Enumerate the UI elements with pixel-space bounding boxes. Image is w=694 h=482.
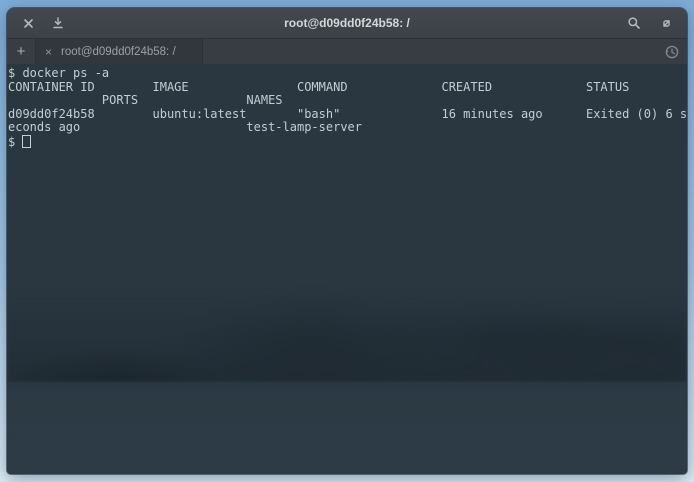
- tab-bar: + × root@d09dd0f24b58: /: [7, 39, 687, 64]
- close-window-button[interactable]: [19, 14, 37, 32]
- download-icon: [52, 17, 64, 29]
- search-button[interactable]: [625, 14, 643, 32]
- terminal-prompt-line: $: [8, 135, 687, 149]
- terminal-screen[interactable]: $ docker ps -a CONTAINER ID IMAGE COMMAN…: [7, 64, 687, 474]
- download-button[interactable]: [49, 14, 67, 32]
- tab-bar-spacer: [203, 39, 657, 64]
- search-icon: [627, 16, 641, 30]
- terminal-line: CONTAINER ID IMAGE COMMAND CREATED STATU…: [8, 81, 687, 95]
- fullscreen-button[interactable]: [657, 14, 675, 32]
- tab-close-icon[interactable]: ×: [45, 46, 52, 58]
- window-title: root@d09dd0f24b58: /: [284, 16, 410, 30]
- terminal-line: PORTS NAMES: [8, 94, 687, 108]
- history-icon: [664, 44, 680, 60]
- desktop-background: root@d09dd0f24b58: /: [0, 0, 694, 482]
- new-tab-button[interactable]: +: [7, 39, 36, 64]
- history-button[interactable]: [657, 39, 687, 64]
- titlebar[interactable]: root@d09dd0f24b58: /: [7, 8, 687, 39]
- wallpaper-silhouette: [7, 288, 687, 474]
- treeline-silhouette: [7, 288, 687, 384]
- terminal-line: $ docker ps -a: [8, 67, 687, 81]
- tab-active[interactable]: × root@d09dd0f24b58: /: [36, 39, 203, 64]
- tab-label: root@d09dd0f24b58: /: [61, 46, 176, 58]
- titlebar-right-controls: [625, 14, 687, 32]
- close-icon: [23, 18, 34, 29]
- terminal-line: econds ago test-lamp-server: [8, 121, 687, 135]
- water-silhouette: [7, 382, 687, 474]
- terminal-cursor: [22, 135, 31, 148]
- prompt: $: [8, 135, 22, 149]
- terminal-output: $ docker ps -a CONTAINER ID IMAGE COMMAN…: [8, 67, 687, 149]
- terminal-window: root@d09dd0f24b58: /: [7, 8, 687, 474]
- terminal-line: d09dd0f24b58 ubuntu:latest "bash" 16 min…: [8, 108, 687, 122]
- fullscreen-icon: [660, 17, 673, 30]
- titlebar-left-controls: [7, 14, 67, 32]
